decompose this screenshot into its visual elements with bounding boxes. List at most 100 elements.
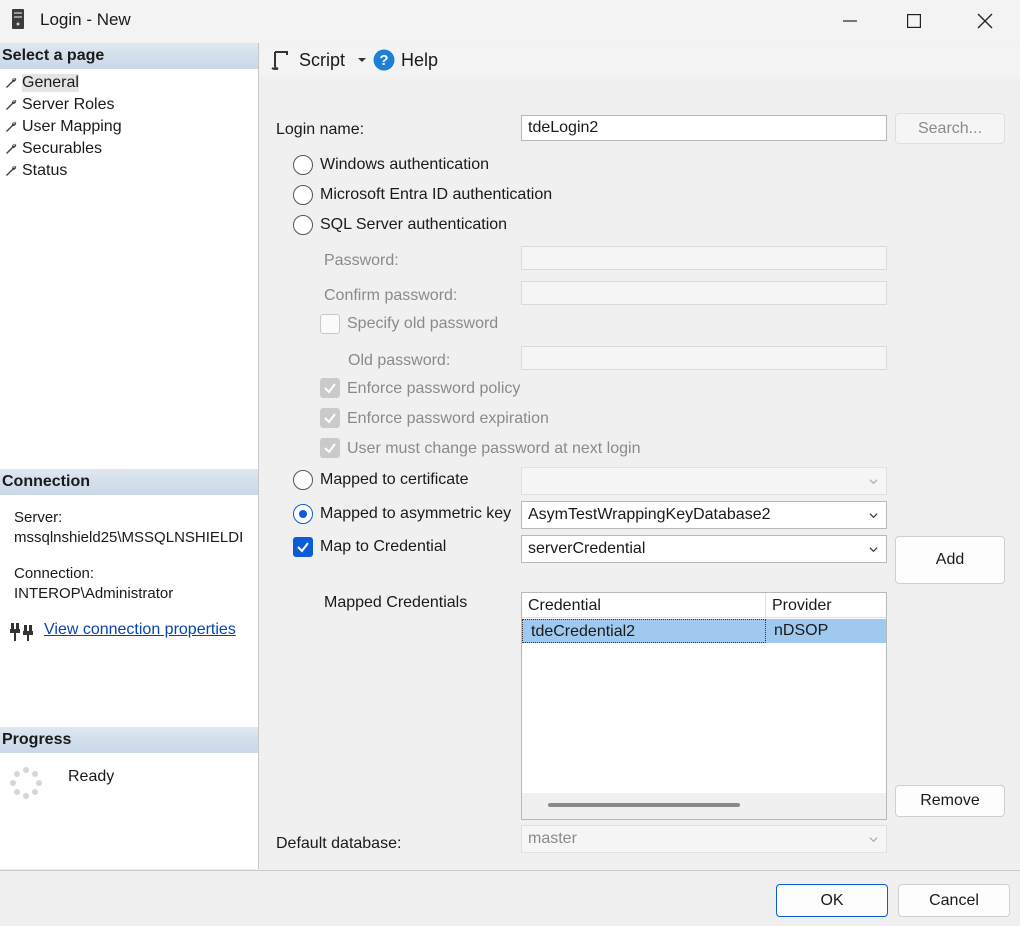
page-label: Server Roles	[22, 96, 115, 113]
mapped-asym-key-label: Mapped to asymmetric key	[320, 505, 512, 522]
help-icon: ?	[373, 49, 395, 71]
specify-old-password-label: Specify old password	[347, 315, 499, 332]
window-title: Login - New	[40, 10, 131, 29]
progress-header: Progress	[0, 727, 258, 753]
default-database-value: master	[528, 830, 577, 847]
scrollbar-thumb[interactable]	[548, 803, 740, 807]
asym-key-value: AsymTestWrappingKeyDatabase2	[528, 506, 771, 523]
grid-header-credential[interactable]: Credential	[522, 593, 766, 618]
script-icon	[271, 51, 288, 70]
page-label: General	[22, 74, 79, 92]
map-credential-checkbox[interactable]	[293, 537, 313, 557]
wrench-icon	[6, 99, 17, 110]
maximize-button[interactable]	[879, 0, 949, 42]
title-bar: Login - New	[0, 0, 1020, 42]
must-change-checkbox[interactable]	[320, 438, 340, 458]
left-panel: Select a page General Server Roles User …	[0, 43, 259, 869]
dropdown-arrow-icon	[358, 58, 367, 62]
certificate-combo[interactable]	[521, 467, 887, 495]
progress-spinner-icon	[10, 767, 42, 799]
enforce-expiration-checkbox[interactable]	[320, 408, 340, 428]
grid-cell-provider: nDSOP	[774, 622, 829, 639]
credential-value: serverCredential	[528, 540, 646, 557]
server-label: Server:	[14, 509, 63, 526]
entra-auth-label: Microsoft Entra ID authentication	[320, 186, 553, 203]
ok-button[interactable]: OK	[776, 884, 888, 917]
chevron-down-icon	[869, 479, 878, 485]
chevron-down-icon	[869, 547, 878, 553]
connection-plug-icon	[10, 623, 33, 641]
windows-auth-radio[interactable]	[293, 155, 313, 175]
horizontal-scrollbar[interactable]	[522, 793, 886, 819]
chevron-down-icon	[869, 837, 878, 843]
wrench-icon	[6, 143, 17, 154]
script-label: Script	[299, 49, 346, 70]
page-general[interactable]: General	[4, 72, 79, 94]
confirm-password-input[interactable]	[521, 281, 887, 305]
connection-label: Connection:	[14, 565, 95, 582]
page-label: Status	[22, 162, 68, 179]
mapped-asym-key-radio[interactable]	[293, 504, 313, 524]
svg-text:?: ?	[379, 52, 388, 69]
remove-button[interactable]: Remove	[895, 785, 1005, 817]
must-change-label: User must change password at next login	[347, 440, 641, 457]
close-button[interactable]	[950, 0, 1020, 42]
page-securables[interactable]: Securables	[4, 138, 102, 160]
sql-auth-label: SQL Server authentication	[320, 216, 508, 233]
view-connection-properties-link[interactable]: View connection properties	[44, 621, 236, 639]
asym-key-combo[interactable]: AsymTestWrappingKeyDatabase2	[521, 501, 887, 529]
minimize-icon	[843, 20, 857, 22]
help-button[interactable]: ? Help	[373, 47, 438, 73]
map-credential-label: Map to Credential	[320, 538, 447, 555]
entra-auth-radio[interactable]	[293, 185, 313, 205]
progress-status: Ready	[68, 768, 115, 785]
old-password-input[interactable]	[521, 346, 887, 370]
page-label: User Mapping	[22, 118, 122, 135]
page-user-mapping[interactable]: User Mapping	[4, 116, 122, 138]
add-button[interactable]: Add	[895, 536, 1005, 584]
table-row[interactable]: tdeCredential2 nDSOP	[522, 619, 886, 643]
check-icon	[324, 443, 336, 454]
toolbar: Script ? Help	[260, 43, 1020, 77]
enforce-policy-label: Enforce password policy	[347, 380, 521, 397]
server-icon	[12, 9, 24, 29]
login-name-input[interactable]: tdeLogin2	[521, 115, 887, 141]
mapped-credentials-label: Mapped Credentials	[324, 594, 468, 611]
enforce-expiration-label: Enforce password expiration	[347, 410, 549, 427]
page-status[interactable]: Status	[4, 160, 67, 182]
close-icon	[977, 13, 993, 29]
wrench-icon	[6, 165, 17, 176]
help-label: Help	[401, 49, 439, 70]
minimize-button[interactable]	[815, 0, 885, 42]
mapped-credentials-grid[interactable]: Credential Provider tdeCredential2 nDSOP	[521, 592, 887, 820]
grid-cell-credential: tdeCredential2	[522, 619, 766, 643]
page-server-roles[interactable]: Server Roles	[4, 94, 114, 116]
credential-combo[interactable]: serverCredential	[521, 535, 887, 563]
check-icon	[324, 413, 336, 424]
wrench-icon	[6, 121, 17, 132]
search-button[interactable]: Search...	[895, 113, 1005, 144]
check-icon	[324, 383, 336, 394]
grid-header-provider[interactable]: Provider	[766, 593, 886, 618]
default-database-combo[interactable]: master	[521, 825, 887, 853]
login-name-label: Login name:	[276, 121, 365, 138]
mapped-certificate-radio[interactable]	[293, 470, 313, 490]
sql-auth-radio[interactable]	[293, 215, 313, 235]
server-value: mssqlnshield25\MSSQLNSHIELDI	[14, 529, 244, 546]
specify-old-password-checkbox[interactable]	[320, 314, 340, 334]
cancel-button[interactable]: Cancel	[898, 884, 1010, 917]
mapped-certificate-label: Mapped to certificate	[320, 471, 469, 488]
confirm-password-label: Confirm password:	[324, 287, 458, 304]
connection-header: Connection	[0, 469, 258, 495]
windows-auth-label: Windows authentication	[320, 156, 489, 173]
script-button[interactable]: Script	[270, 47, 380, 73]
connection-value: INTEROP\Administrator	[14, 585, 174, 602]
check-icon	[297, 542, 309, 553]
enforce-policy-checkbox[interactable]	[320, 378, 340, 398]
old-password-label: Old password:	[348, 352, 451, 369]
default-database-label: Default database:	[276, 835, 402, 852]
password-input[interactable]	[521, 246, 887, 270]
select-page-header: Select a page	[0, 43, 258, 69]
maximize-icon	[907, 14, 921, 28]
chevron-down-icon	[869, 513, 878, 519]
